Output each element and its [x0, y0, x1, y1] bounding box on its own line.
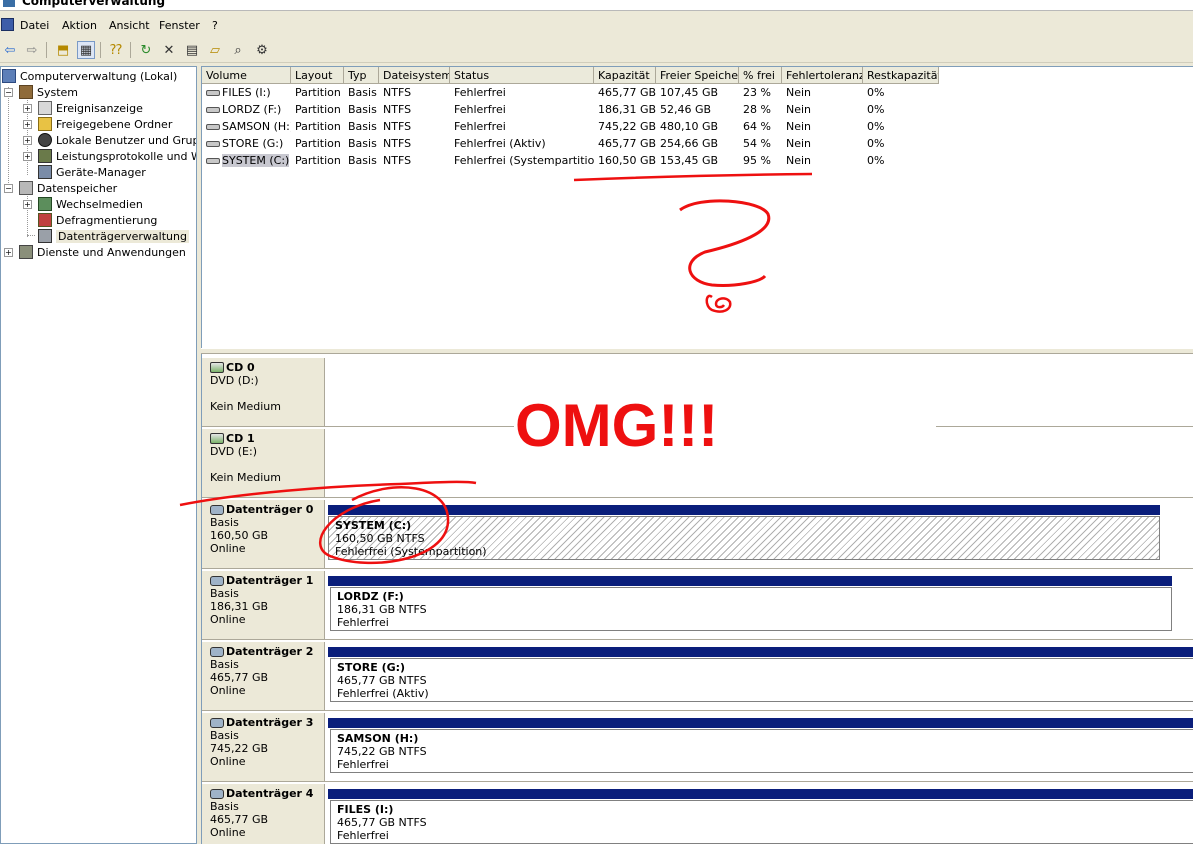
annotation-underline: [573, 172, 813, 182]
annotation-question-dot: [705, 294, 732, 313]
annotation-circle: [318, 486, 450, 565]
red-annotation-overlay: [179, 172, 813, 565]
annotation-question-mark: [679, 199, 771, 287]
